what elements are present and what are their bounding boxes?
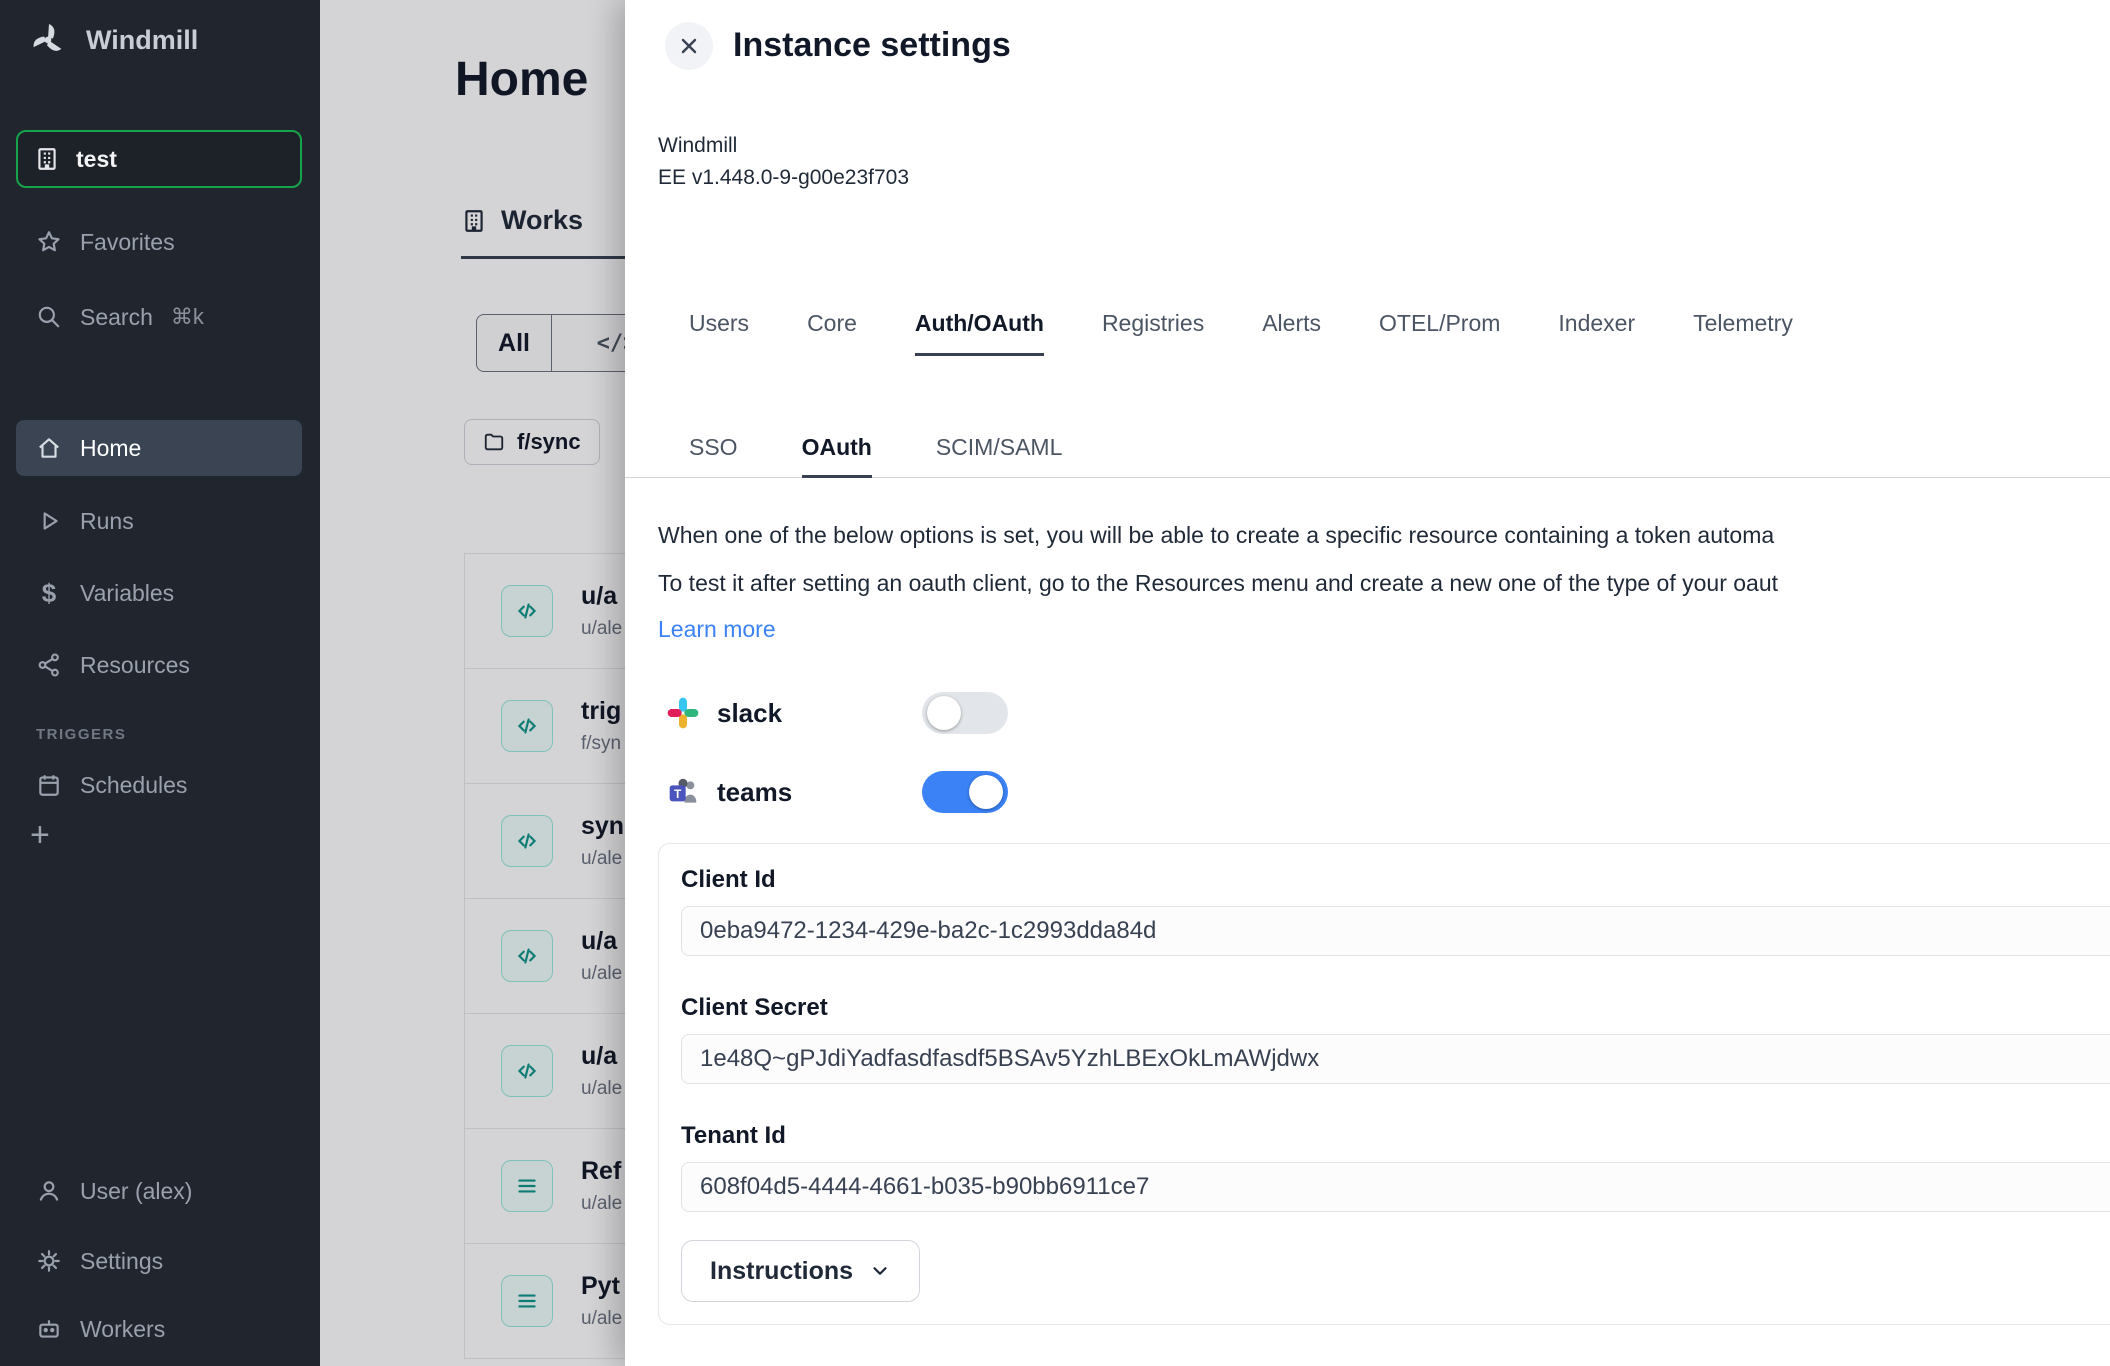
gear-icon bbox=[36, 1248, 62, 1274]
building-icon bbox=[34, 146, 60, 172]
instance-settings-drawer: Instance settings Windmill EE v1.448.0-9… bbox=[625, 0, 2110, 1366]
home-icon bbox=[36, 435, 62, 461]
close-button[interactable] bbox=[665, 22, 713, 70]
search-shortcut: ⌘k bbox=[171, 304, 204, 330]
tab-indexer[interactable]: Indexer bbox=[1558, 310, 1635, 356]
add-trigger-button[interactable]: + bbox=[30, 818, 50, 852]
sidebar-item-label: Search bbox=[80, 304, 153, 331]
subtab-scim-saml[interactable]: SCIM/SAML bbox=[936, 434, 1063, 478]
learn-more-link[interactable]: Learn more bbox=[658, 616, 776, 643]
settings-tabs: Users Core Auth/OAuth Registries Alerts … bbox=[689, 310, 1793, 356]
brand: Windmill bbox=[28, 20, 198, 60]
workspace-name: test bbox=[76, 146, 117, 173]
provider-row-slack: slack bbox=[667, 688, 1008, 738]
sidebar-item-label: Schedules bbox=[80, 772, 187, 799]
tab-core[interactable]: Core bbox=[807, 310, 857, 356]
sidebar-item-workers[interactable]: Workers bbox=[16, 1300, 302, 1358]
client-id-label: Client Id bbox=[681, 866, 2110, 894]
dollar-icon: $ bbox=[36, 578, 62, 609]
sidebar-item-schedules[interactable]: Schedules bbox=[16, 756, 302, 814]
triggers-section-label: TRIGGERS bbox=[36, 726, 126, 743]
workspace-selector[interactable]: test bbox=[16, 130, 302, 188]
close-icon bbox=[677, 34, 701, 58]
app-name: Windmill bbox=[658, 134, 737, 158]
svg-text:T: T bbox=[674, 787, 682, 801]
sidebar-item-search[interactable]: Search ⌘k bbox=[16, 288, 302, 346]
brand-name: Windmill bbox=[86, 25, 198, 56]
play-icon bbox=[36, 508, 62, 534]
teams-toggle[interactable] bbox=[922, 771, 1008, 813]
client-secret-label: Client Secret bbox=[681, 994, 2110, 1022]
tab-otel-prom[interactable]: OTEL/Prom bbox=[1379, 310, 1500, 356]
sidebar-item-user[interactable]: User (alex) bbox=[16, 1162, 302, 1220]
search-icon bbox=[36, 304, 62, 330]
instructions-button[interactable]: Instructions bbox=[681, 1240, 920, 1302]
tab-telemetry[interactable]: Telemetry bbox=[1693, 310, 1793, 356]
sidebar-item-label: Home bbox=[80, 435, 141, 462]
nodes-icon bbox=[36, 652, 62, 678]
sidebar-item-runs[interactable]: Runs bbox=[16, 492, 302, 550]
slack-toggle[interactable] bbox=[922, 692, 1008, 734]
app-version: EE v1.448.0-9-g00e23f703 bbox=[658, 166, 909, 190]
star-icon bbox=[36, 229, 62, 255]
sidebar-item-label: Favorites bbox=[80, 229, 175, 256]
worker-icon bbox=[36, 1316, 62, 1342]
sidebar-item-label: Settings bbox=[80, 1248, 163, 1275]
user-icon bbox=[36, 1178, 62, 1204]
tab-users[interactable]: Users bbox=[689, 310, 749, 356]
instructions-label: Instructions bbox=[710, 1257, 853, 1286]
provider-name: slack bbox=[717, 698, 922, 729]
tenant-id-field[interactable] bbox=[681, 1162, 2110, 1212]
provider-row-teams: T teams bbox=[667, 767, 1008, 817]
subtab-oauth[interactable]: OAuth bbox=[802, 434, 872, 478]
tab-auth-oauth[interactable]: Auth/OAuth bbox=[915, 310, 1044, 356]
sidebar-item-label: Runs bbox=[80, 508, 134, 535]
client-id-field[interactable] bbox=[681, 906, 2110, 956]
provider-name: teams bbox=[717, 777, 922, 808]
teams-icon: T bbox=[667, 776, 699, 808]
sidebar-item-home[interactable]: Home bbox=[16, 420, 302, 476]
description-line-2: To test it after setting an oauth client… bbox=[658, 570, 1778, 597]
chevron-down-icon bbox=[869, 1260, 891, 1282]
tab-alerts[interactable]: Alerts bbox=[1262, 310, 1321, 356]
sidebar-item-label: User (alex) bbox=[80, 1178, 192, 1205]
calendar-icon bbox=[36, 772, 62, 798]
toggle-knob bbox=[927, 696, 961, 730]
auth-subtabs: SSO OAuth SCIM/SAML bbox=[625, 420, 2110, 478]
tab-registries[interactable]: Registries bbox=[1102, 310, 1204, 356]
slack-icon bbox=[667, 697, 699, 729]
sidebar: Windmill test Favorites Search ⌘k bbox=[0, 0, 320, 1366]
sidebar-item-resources[interactable]: Resources bbox=[16, 636, 302, 694]
sidebar-item-label: Workers bbox=[80, 1316, 165, 1343]
tenant-id-label: Tenant Id bbox=[681, 1122, 2110, 1150]
teams-oauth-config: Client Id Client Secret Tenant Id Instru… bbox=[658, 843, 2110, 1325]
sidebar-item-label: Resources bbox=[80, 652, 190, 679]
description-line-1: When one of the below options is set, yo… bbox=[658, 522, 1774, 549]
subtab-sso[interactable]: SSO bbox=[689, 434, 738, 478]
drawer-title: Instance settings bbox=[733, 26, 1011, 65]
sidebar-item-settings[interactable]: Settings bbox=[16, 1232, 302, 1290]
toggle-knob bbox=[969, 775, 1003, 809]
sidebar-item-variables[interactable]: $ Variables bbox=[16, 564, 302, 622]
windmill-logo-icon bbox=[28, 20, 68, 60]
sidebar-item-favorites[interactable]: Favorites bbox=[16, 213, 302, 271]
client-secret-field[interactable] bbox=[681, 1034, 2110, 1084]
sidebar-item-label: Variables bbox=[80, 580, 174, 607]
